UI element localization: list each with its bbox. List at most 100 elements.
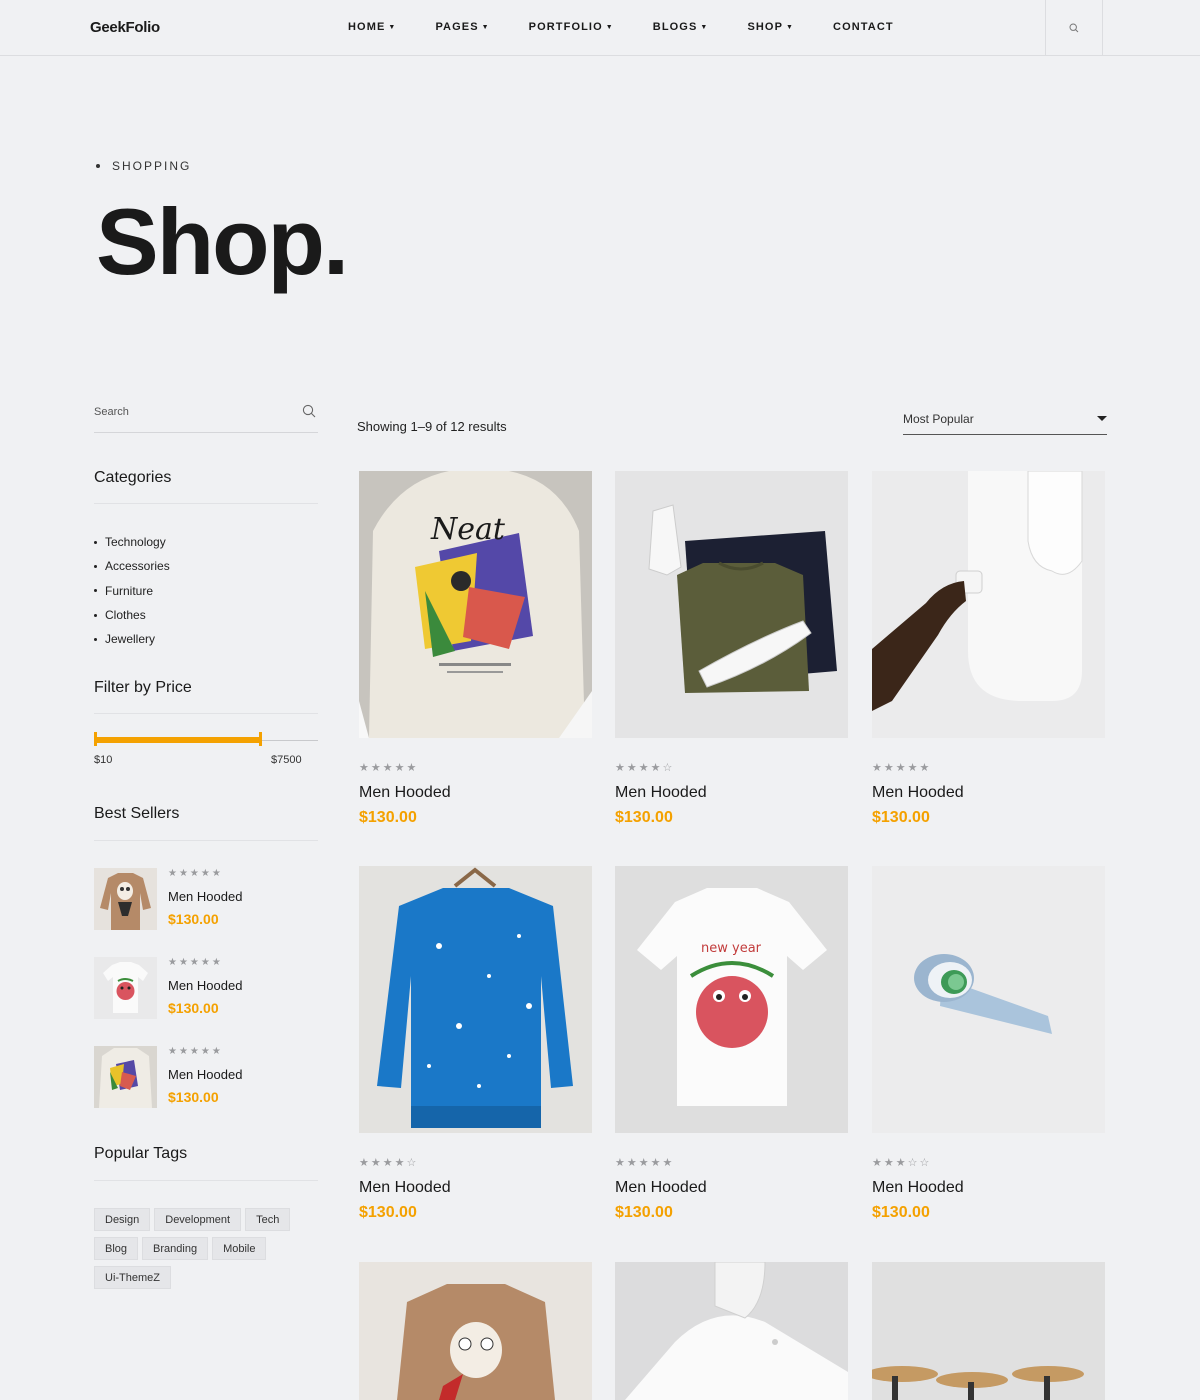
- product-image[interactable]: new year: [615, 866, 848, 1133]
- categories-title: Categories: [94, 469, 172, 486]
- sidebar-search: [94, 398, 318, 433]
- category-accessories[interactable]: Accessories: [94, 554, 170, 578]
- nav-contact[interactable]: CONTACT: [833, 21, 894, 33]
- caret-down-icon: [1097, 416, 1107, 421]
- site-logo[interactable]: GeekFolio: [90, 19, 160, 36]
- product-card: [615, 1262, 848, 1400]
- category-technology[interactable]: Technology: [94, 530, 170, 554]
- rating-stars: ★★★★☆: [615, 762, 675, 774]
- category-jewellery[interactable]: Jewellery: [94, 627, 170, 651]
- rating-stars: ★★★☆☆: [872, 1157, 932, 1169]
- product-card: ★★★☆☆ Men Hooded $130.00: [872, 866, 1105, 1222]
- product-name[interactable]: Men Hooded: [615, 1179, 848, 1197]
- tag-ui-themez[interactable]: Ui-ThemeZ: [94, 1266, 172, 1289]
- rating-stars: ★★★★★: [872, 762, 932, 774]
- price-filter-title: Filter by Price: [94, 679, 192, 696]
- nav-pages[interactable]: PAGES ▼: [435, 21, 489, 33]
- search-icon[interactable]: [302, 404, 316, 418]
- page-title: Shop.: [96, 189, 349, 294]
- results-count: Showing 1–9 of 12 results: [357, 419, 507, 434]
- price-slider-min-handle[interactable]: [94, 732, 97, 746]
- rating-stars: ★★★★★: [168, 868, 223, 879]
- product-image[interactable]: [872, 1262, 1105, 1400]
- product-price: $130.00: [359, 809, 417, 826]
- chevron-down-icon: ▼: [481, 23, 490, 31]
- divider: [94, 840, 318, 841]
- search-input[interactable]: [94, 398, 284, 426]
- product-name[interactable]: Men Hooded: [872, 1179, 1105, 1197]
- best-sellers-title: Best Sellers: [94, 805, 180, 822]
- rating-stars: ★★★★☆: [359, 1157, 419, 1169]
- product-image[interactable]: [872, 866, 1105, 1133]
- search-icon: [1069, 23, 1079, 33]
- nav-contact-label: CONTACT: [833, 21, 894, 33]
- product-image[interactable]: [615, 471, 848, 738]
- category-furniture[interactable]: Furniture: [94, 579, 170, 603]
- rating-stars: ★★★★★: [168, 957, 223, 968]
- chevron-down-icon: ▼: [786, 23, 795, 31]
- tag-cloud: Design Development Tech Blog Branding Mo…: [94, 1208, 324, 1295]
- price-slider-range: [94, 737, 262, 743]
- product-card: ★★★★☆ Men Hooded $130.00: [359, 866, 592, 1222]
- product-price: $130.00: [168, 911, 219, 927]
- product-price: $130.00: [359, 1204, 417, 1221]
- product-price: $130.00: [872, 809, 930, 826]
- product-thumbnail[interactable]: [94, 957, 157, 1019]
- sort-selected-value: Most Popular: [903, 412, 974, 426]
- svg-text:new year: new year: [701, 941, 762, 956]
- nav-shop[interactable]: SHOP ▼: [747, 21, 794, 33]
- bullet-icon: [96, 164, 100, 168]
- svg-text:Neat: Neat: [430, 512, 506, 547]
- product-price: $130.00: [168, 1000, 219, 1016]
- popular-tags-title: Popular Tags: [94, 1145, 188, 1162]
- divider: [94, 1180, 318, 1181]
- rating-stars: ★★★★★: [615, 1157, 675, 1169]
- product-name[interactable]: Men Hooded: [168, 978, 242, 993]
- product-name[interactable]: Men Hooded: [359, 784, 592, 802]
- product-image[interactable]: [359, 1262, 592, 1400]
- product-card: ★★★★★ Men Hooded $130.00: [872, 471, 1105, 827]
- product-price: $130.00: [615, 809, 673, 826]
- product-name[interactable]: Men Hooded: [168, 1067, 242, 1082]
- nav-blogs-label: BLOGS: [652, 21, 698, 33]
- price-slider-max-handle[interactable]: [259, 732, 262, 746]
- nav-portfolio[interactable]: PORTFOLIO ▼: [529, 21, 614, 33]
- best-seller-item[interactable]: ★★★★★ Men Hooded $130.00: [94, 1046, 318, 1108]
- best-seller-item[interactable]: ★★★★★ Men Hooded $130.00: [94, 868, 318, 930]
- nav-shop-label: SHOP: [747, 21, 784, 33]
- product-name[interactable]: Men Hooded: [615, 784, 848, 802]
- product-image[interactable]: [615, 1262, 848, 1400]
- tag-development[interactable]: Development: [154, 1208, 242, 1231]
- tag-mobile[interactable]: Mobile: [212, 1237, 267, 1260]
- tag-design[interactable]: Design: [94, 1208, 151, 1231]
- nav-home[interactable]: HOME ▼: [348, 21, 396, 33]
- product-thumbnail[interactable]: [94, 1046, 157, 1108]
- product-name[interactable]: Men Hooded: [872, 784, 1105, 802]
- product-thumbnail[interactable]: [94, 868, 157, 930]
- rating-stars: ★★★★★: [168, 1046, 223, 1057]
- nav-pages-label: PAGES: [435, 21, 479, 33]
- divider: [94, 713, 318, 714]
- product-image[interactable]: [359, 866, 592, 1133]
- chevron-down-icon: ▼: [605, 23, 614, 31]
- product-name[interactable]: Men Hooded: [168, 889, 242, 904]
- product-card: new year ★★★★★ Men Hooded $130.00: [615, 866, 848, 1222]
- product-name[interactable]: Men Hooded: [359, 1179, 592, 1197]
- best-seller-item[interactable]: ★★★★★ Men Hooded $130.00: [94, 957, 318, 1019]
- chevron-down-icon: ▼: [388, 23, 397, 31]
- nav-blogs[interactable]: BLOGS ▼: [653, 21, 709, 33]
- product-price: $130.00: [615, 1204, 673, 1221]
- tag-tech[interactable]: Tech: [245, 1208, 291, 1231]
- product-price: $130.00: [168, 1089, 219, 1105]
- product-image[interactable]: [872, 471, 1105, 738]
- price-max-value: $7500: [271, 754, 302, 766]
- breadcrumb-label: SHOPPING: [112, 159, 192, 173]
- product-image[interactable]: Neat: [359, 471, 592, 738]
- header-search-button[interactable]: [1045, 0, 1103, 56]
- category-clothes[interactable]: Clothes: [94, 603, 170, 627]
- site-header: GeekFolio HOME ▼ PAGES ▼ PORTFOLIO ▼ BLOGS ▼…: [0, 0, 1200, 56]
- tag-blog[interactable]: Blog: [94, 1237, 139, 1260]
- sort-select[interactable]: Most Popular: [903, 406, 1107, 435]
- tag-branding[interactable]: Branding: [142, 1237, 209, 1260]
- rating-stars: ★★★★★: [359, 762, 419, 774]
